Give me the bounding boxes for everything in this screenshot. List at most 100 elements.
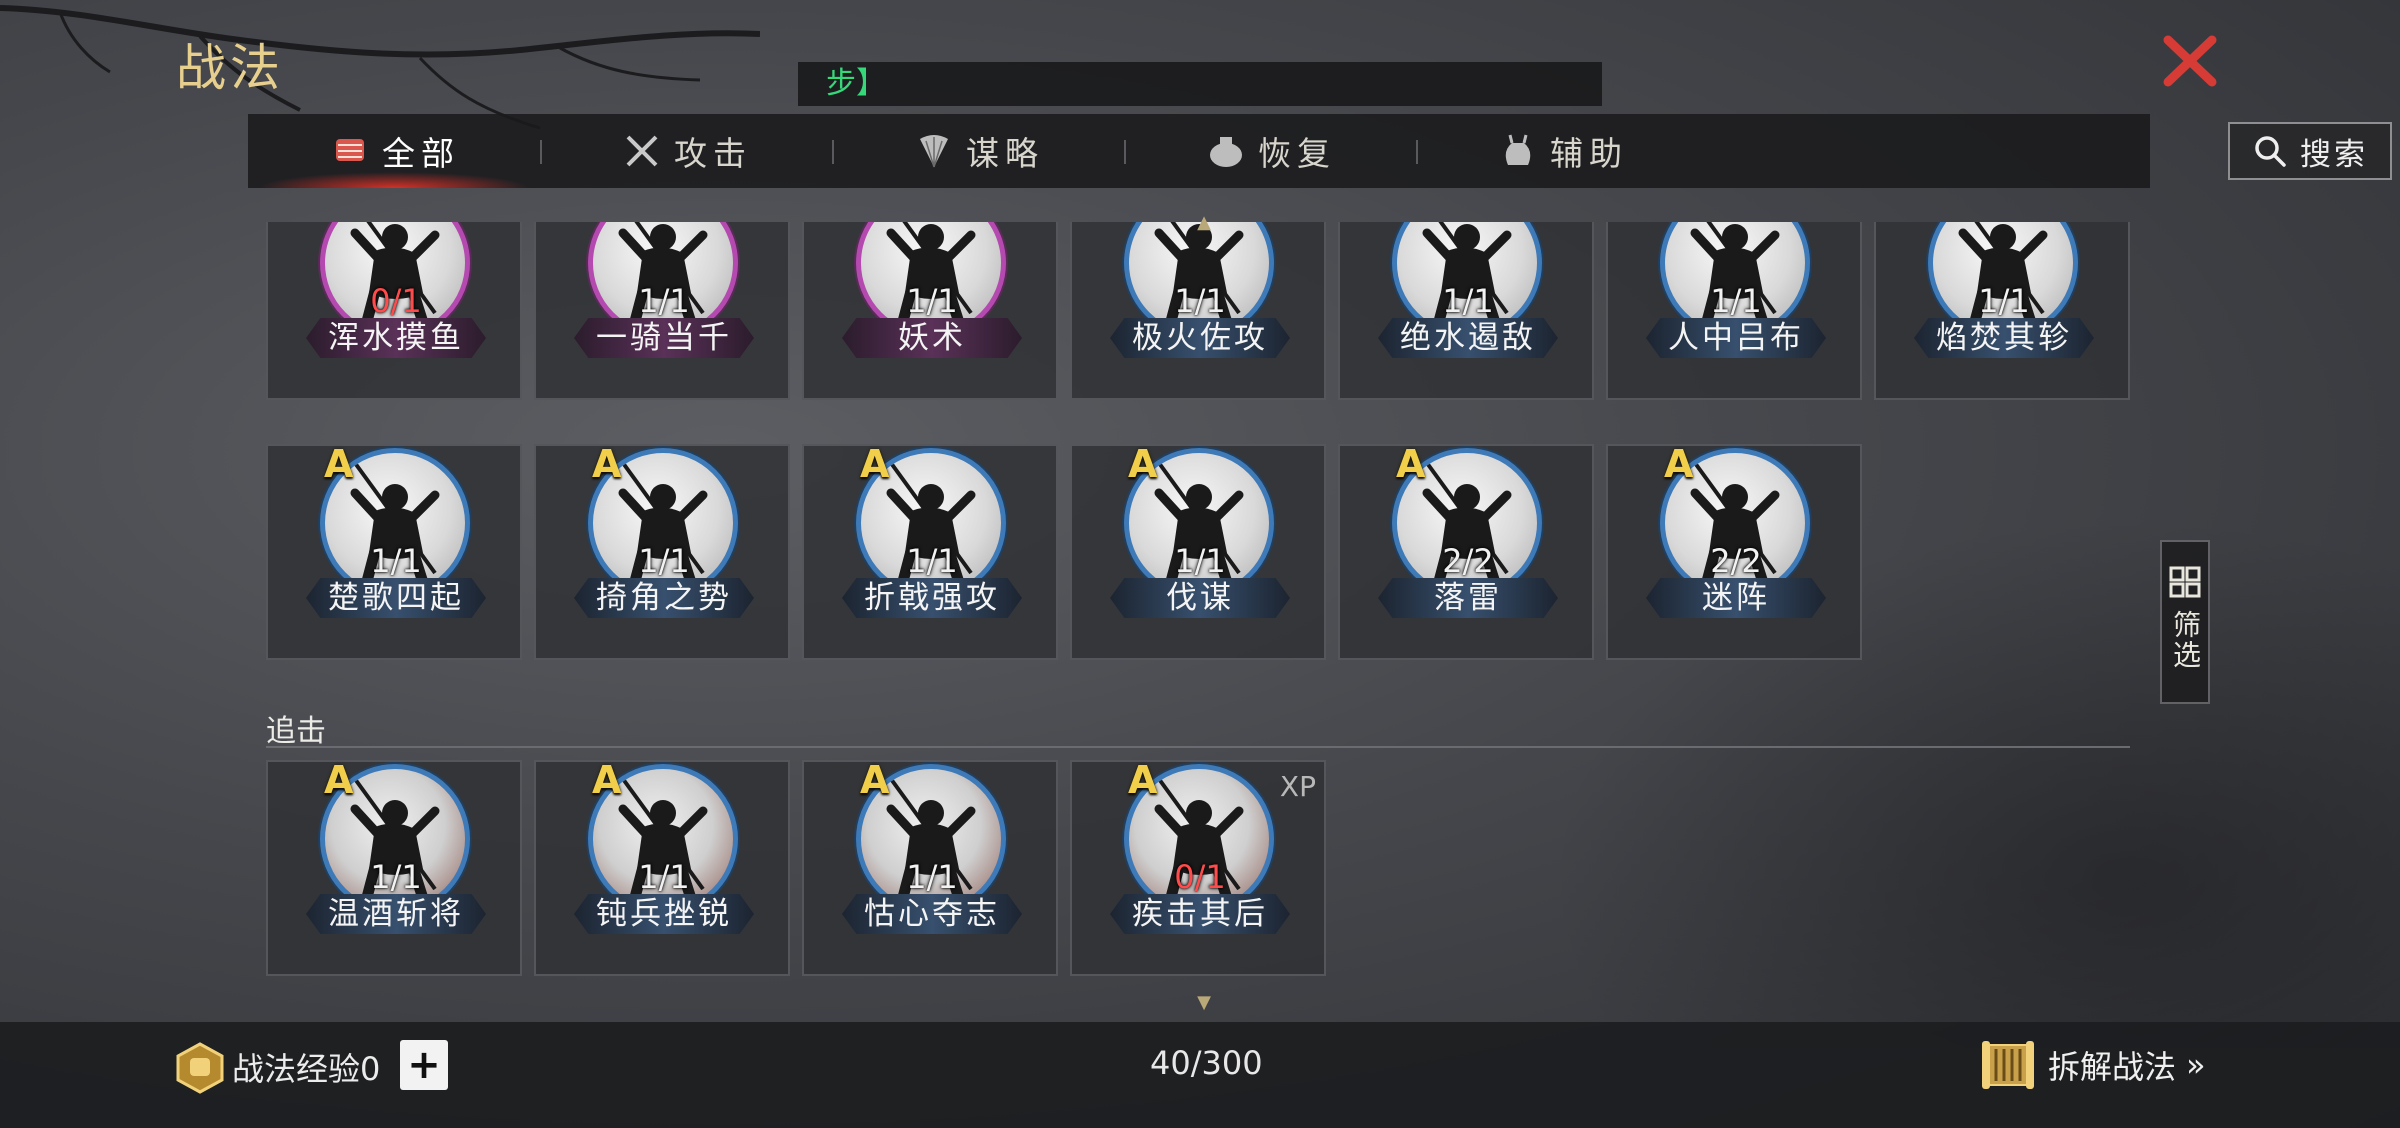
skill-card[interactable]: S 1/1一骑当千 (534, 222, 790, 400)
search-label: 搜索 (2300, 136, 2368, 173)
skill-grid: S0/1浑水摸鱼S1/1一骑当千S1/1妖术A1/1极火佐攻A1/1绝水遏敌A1… (266, 222, 2132, 1022)
skill-count: 1/1 (906, 542, 958, 580)
close-button[interactable] (2160, 30, 2222, 92)
skill-card[interactable]: A 2/2 迷阵 (1606, 442, 1862, 660)
grid-filter-icon (2169, 566, 2201, 598)
scroll-icon (1982, 1041, 2034, 1089)
tab-recovery[interactable]: 恢复 (1124, 114, 1416, 188)
search-button[interactable]: 搜索 (2228, 122, 2392, 180)
skill-grade-badge: A (1664, 222, 1693, 226)
skill-grade-badge: A (1128, 758, 1158, 802)
skill-grade-badge: A (860, 758, 890, 802)
skill-grade-badge: A (1128, 442, 1158, 486)
skill-name: 折戟强攻 (842, 578, 1022, 618)
skill-name: 人中吕布 (1646, 318, 1826, 358)
chase-section-label: 追击 (266, 714, 326, 749)
tab-strategy[interactable]: 谋略 (832, 114, 1124, 188)
skill-count: 0/1 (1174, 858, 1226, 896)
skill-card[interactable]: A 1/1 伐谋 (1070, 442, 1326, 660)
skill-name: 妖术 (842, 318, 1022, 358)
skill-exp-label: 战法经验0 (232, 1050, 381, 1088)
skill-name: 极火佐攻 (1110, 318, 1290, 358)
skill-count: 1/1 (638, 282, 690, 320)
skill-capacity: 40/300 (1150, 1044, 1263, 1082)
skill-grade-badge: A (592, 758, 622, 802)
tab-strategy-label: 谋略 (966, 134, 1044, 173)
skill-count: 1/1 (906, 858, 958, 896)
skill-count: 2/2 (1442, 542, 1494, 580)
skill-card[interactable]: A 2/2 落雷 (1338, 442, 1594, 660)
skill-card[interactable]: S 0/1浑水摸鱼 (266, 222, 522, 400)
skill-card[interactable]: A 0/1 疾击其后 XP (1070, 758, 1326, 976)
skill-grade-badge: A (1396, 222, 1425, 226)
skill-card[interactable]: A 1/1焰焚其轸 (1874, 222, 2130, 400)
skill-card[interactable]: A 1/1 楚歌四起 (266, 442, 522, 660)
skill-count: 1/1 (638, 542, 690, 580)
skill-card[interactable]: A 1/1 怙心夺志 (802, 758, 1058, 976)
skill-name: 浑水摸鱼 (306, 318, 486, 358)
tab-all-label: 全部 (382, 134, 460, 173)
dismantle-skill-label: 拆解战法 (2048, 1048, 2177, 1086)
skill-name: 焰焚其轸 (1914, 318, 2094, 358)
skill-name: 绝水遏敌 (1378, 318, 1558, 358)
pouch-icon (1505, 134, 1531, 165)
section-divider (266, 746, 2130, 748)
skill-count: 1/1 (370, 858, 422, 896)
skill-grade-badge: S (324, 222, 351, 226)
crossed-swords-icon (626, 135, 658, 167)
skill-count: 1/1 (1174, 542, 1226, 580)
double-chevron-right-icon: » (2186, 1046, 2206, 1084)
tab-attack[interactable]: 攻击 (540, 114, 832, 188)
skill-count: 1/1 (1174, 282, 1226, 320)
scroll-up-hint-icon: ▲ (1197, 212, 1211, 233)
dismantle-skill-button[interactable]: 拆解战法 » (1978, 1036, 2206, 1094)
skill-grade-badge: A (324, 442, 354, 486)
skill-card[interactable]: S 1/1妖术 (802, 222, 1058, 400)
add-exp-button[interactable]: + (400, 1040, 448, 1090)
skill-card[interactable]: A 1/1 钝兵挫锐 (534, 758, 790, 976)
skill-count: 1/1 (1710, 282, 1762, 320)
skill-card[interactable]: A 1/1人中吕布 (1606, 222, 1862, 400)
skill-count: 1/1 (638, 858, 690, 896)
skill-name: 落雷 (1378, 578, 1558, 618)
tab-recovery-label: 恢复 (1258, 134, 1336, 173)
potion-pot-icon (1210, 137, 1242, 167)
skill-grade-badge: A (324, 758, 354, 802)
feather-fan-icon (920, 135, 948, 168)
skill-grade-badge: A (592, 442, 622, 486)
skill-count: 0/1 (370, 282, 422, 320)
page-title: 战法 (176, 39, 284, 97)
skill-card[interactable]: A 1/1 掎角之势 (534, 442, 790, 660)
filter-label: 筛选 (2169, 610, 2202, 670)
scroll-bundle-icon (336, 139, 364, 161)
skill-count: 1/1 (1978, 282, 2030, 320)
skill-name: 楚歌四起 (306, 578, 486, 618)
tab-support-label: 辅助 (1550, 134, 1628, 173)
skill-tag: XP (1279, 770, 1316, 803)
skill-count: 2/2 (1710, 542, 1762, 580)
skill-name: 钝兵挫锐 (574, 894, 754, 934)
skill-count: 1/1 (1442, 282, 1494, 320)
skill-name: 伐谋 (1110, 578, 1290, 618)
close-icon (2163, 35, 2217, 87)
skill-name: 迷阵 (1646, 578, 1826, 618)
skill-grade-badge: S (592, 222, 619, 226)
scroll-down-hint-icon: ▼ (1197, 992, 1211, 1013)
skill-card[interactable]: A 1/1极火佐攻 (1070, 222, 1326, 400)
skill-name: 一骑当千 (574, 318, 754, 358)
skill-count: 1/1 (370, 542, 422, 580)
skill-grade-badge: A (1664, 442, 1694, 486)
skill-grade-badge: A (1128, 222, 1157, 226)
skill-grade-badge: S (860, 222, 887, 226)
skill-name: 疾击其后 (1110, 894, 1290, 934)
filter-button[interactable]: 筛选 (2160, 540, 2210, 704)
skill-card[interactable]: A 1/1绝水遏敌 (1338, 222, 1594, 400)
skill-name: 温酒斩将 (306, 894, 486, 934)
skill-name: 怙心夺志 (842, 894, 1022, 934)
tab-support[interactable]: 辅助 (1416, 114, 1708, 188)
category-tab-bar: 全部 攻击 谋略 恢复 辅助 搜索 (248, 114, 2392, 188)
tab-all[interactable]: 全部 (248, 114, 540, 188)
skill-card[interactable]: A 1/1 折戟强攻 (802, 442, 1058, 660)
skill-card[interactable]: A 1/1 温酒斩将 (266, 758, 522, 976)
skill-count: 1/1 (906, 282, 958, 320)
